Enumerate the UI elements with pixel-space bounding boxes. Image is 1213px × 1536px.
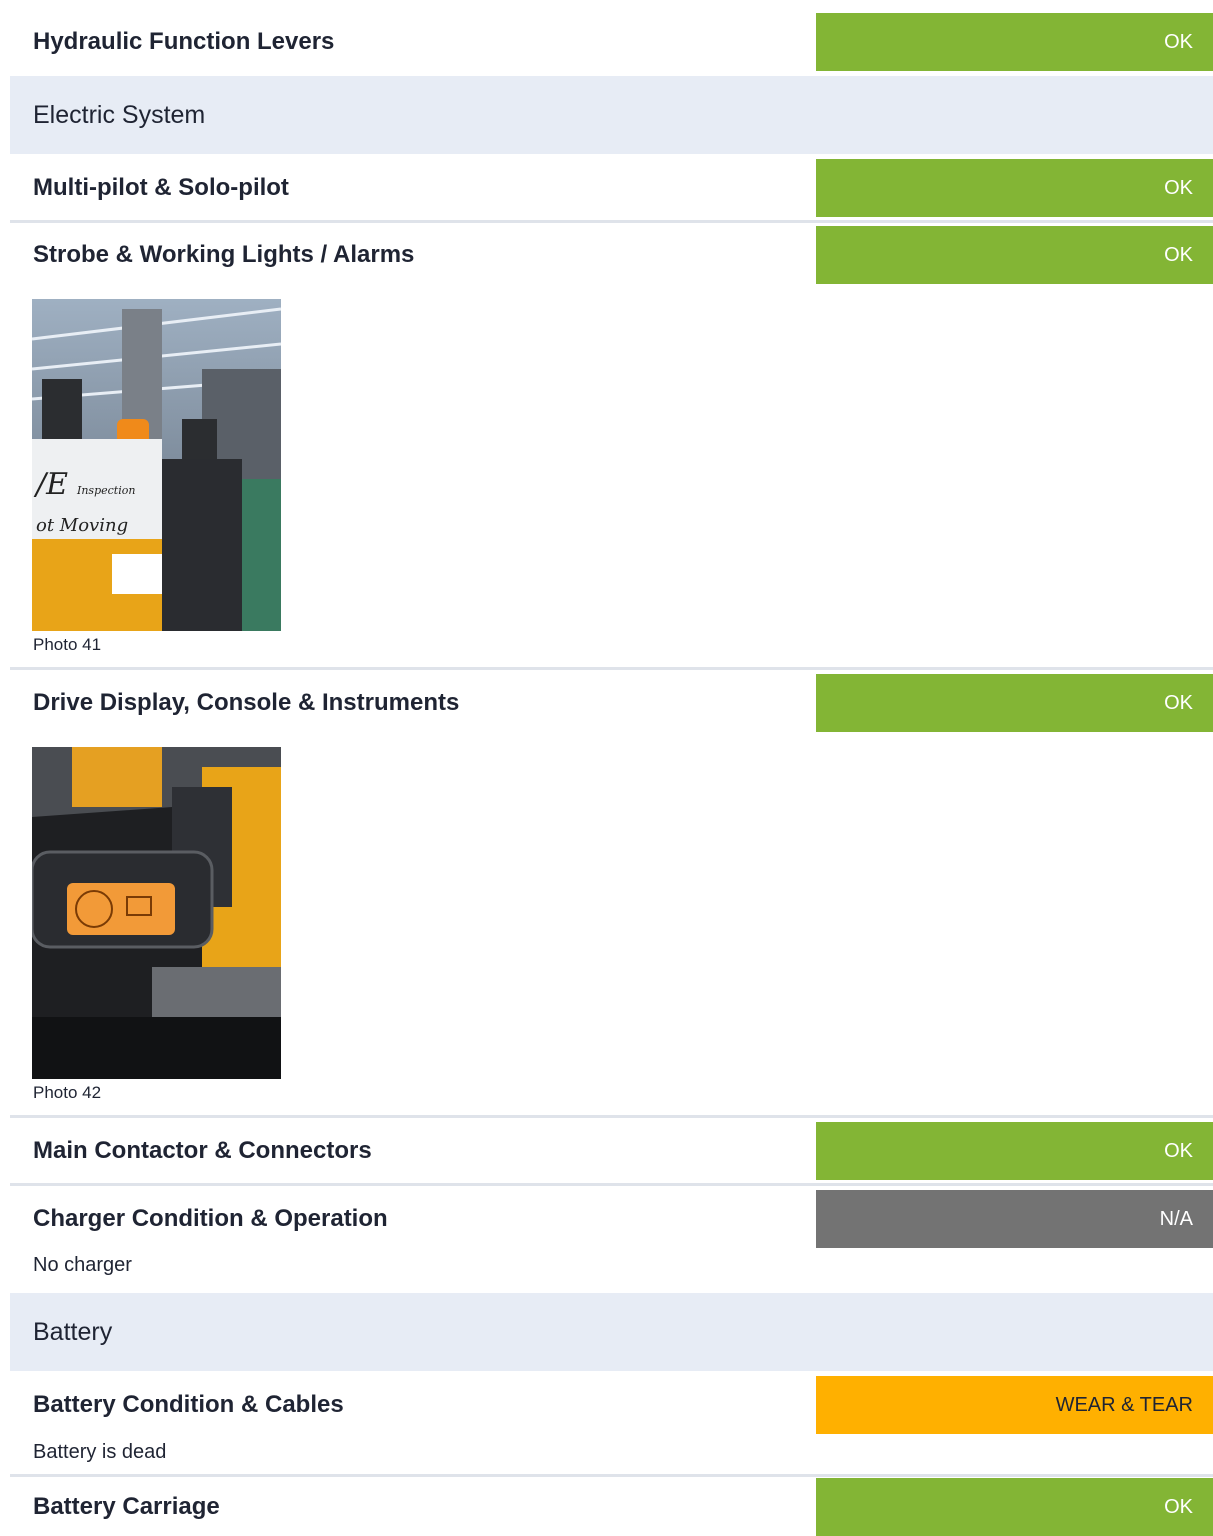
item-title: Multi-pilot & Solo-pilot [33, 174, 289, 201]
item-note: Battery is dead [33, 1441, 167, 1463]
item-title: Charger Condition & Operation [33, 1205, 388, 1232]
section-header: Battery [10, 1293, 1213, 1371]
checklist-row: Hydraulic Function Levers OK [10, 13, 1213, 71]
divider [10, 1183, 1213, 1186]
inspection-photo[interactable] [32, 747, 281, 1079]
status-badge: OK [816, 226, 1213, 284]
item-title: Hydraulic Function Levers [33, 28, 335, 55]
section-title: Battery [33, 1318, 113, 1346]
checklist-row: Battery Condition & Cables WEAR & TEAR [10, 1376, 1213, 1434]
item-title: Battery Condition & Cables [33, 1391, 344, 1418]
item-title: Drive Display, Console & Instruments [33, 689, 460, 716]
svg-text:ot Moving: ot Moving [36, 515, 128, 536]
svg-text:Inspection: Inspection [76, 484, 135, 497]
checklist-row: Main Contactor & Connectors OK [10, 1122, 1213, 1180]
checklist-row: Strobe & Working Lights / Alarms OK [10, 226, 1213, 284]
status-badge: OK [816, 1122, 1213, 1180]
divider [10, 220, 1213, 223]
status-badge: OK [816, 674, 1213, 732]
checklist-row: Multi-pilot & Solo-pilot OK [10, 159, 1213, 217]
item-title: Battery Carriage [33, 1493, 220, 1520]
status-badge: OK [816, 13, 1213, 71]
status-badge: N/A [816, 1190, 1213, 1248]
photo-caption: Photo 42 [33, 1083, 102, 1102]
divider [10, 1115, 1213, 1118]
divider [10, 1474, 1213, 1477]
checklist-row: Charger Condition & Operation N/A [10, 1190, 1213, 1248]
section-title: Electric System [33, 101, 206, 129]
checklist-row: Battery Carriage OK [10, 1478, 1213, 1536]
checklist-row: Drive Display, Console & Instruments OK [10, 674, 1213, 732]
status-badge: OK [816, 1478, 1213, 1536]
inspection-photo[interactable]: /E Inspection ot Moving [32, 299, 281, 631]
item-title: Main Contactor & Connectors [33, 1137, 372, 1164]
item-note: No charger [33, 1254, 132, 1276]
photo-caption: Photo 41 [33, 635, 102, 654]
status-badge: OK [816, 159, 1213, 217]
section-header: Electric System [10, 76, 1213, 154]
svg-text:/E: /E [33, 467, 68, 502]
divider [10, 667, 1213, 670]
item-title: Strobe & Working Lights / Alarms [33, 241, 415, 268]
status-badge: WEAR & TEAR [816, 1376, 1213, 1434]
